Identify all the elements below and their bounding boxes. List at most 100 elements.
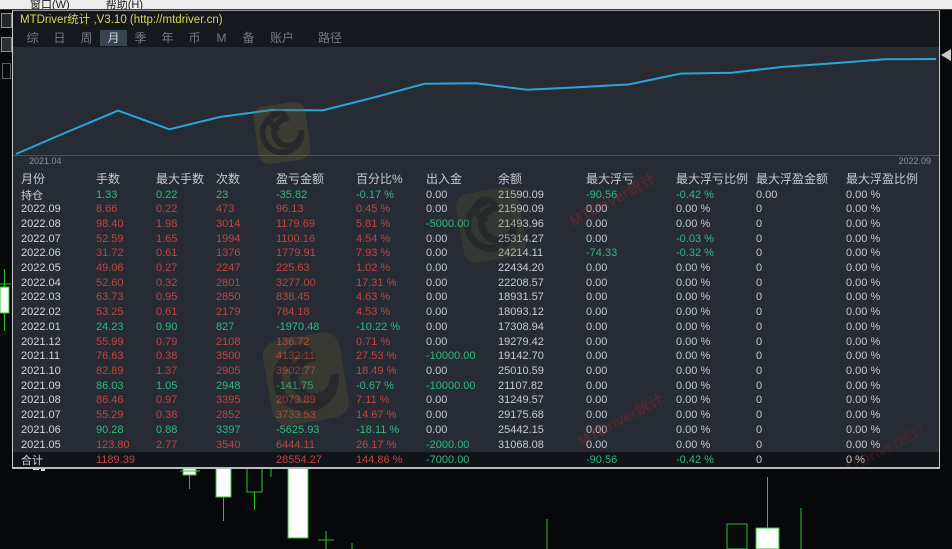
table-row[interactable]: 2022.08 98.40 1.98 3014 1179.69 5.81 % -5000.0… [13, 216, 939, 231]
total-row-cell: -90.56 [586, 454, 618, 466]
table-row-cell: 0.97 [156, 394, 178, 407]
table-row-cell: 784.18 [276, 306, 310, 319]
table-row[interactable]: 2022.06 31.72 0.61 1376 1779.91 7.93 % 0.00 242… [13, 246, 939, 261]
total-row-cell: 0 [756, 454, 763, 466]
table-row-cell: 0 [756, 232, 763, 245]
table-row-cell: 2021.07 [21, 409, 61, 422]
table-row-cell: 827 [216, 320, 235, 333]
table-row-cell: 0.00 [586, 394, 608, 407]
table-row[interactable]: 2021.05 123.80 2.77 3540 6444.11 26.17 % -2000… [13, 437, 939, 452]
table-row-cell: 0.00 % [676, 261, 711, 274]
toolbar-tab-zong[interactable]: 综 [19, 30, 46, 46]
toolbar-tab-zhanghu[interactable]: 账户 [262, 30, 302, 46]
table-row-cell: 0.00 [586, 306, 608, 319]
table-header-cell[interactable]: 次数 [216, 170, 276, 187]
equity-chart[interactable]: 2021.04 2022.09 [13, 47, 939, 167]
table-row[interactable]: 2021.10 82.89 1.37 2905 3902.77 18.49 % 0.00 25… [13, 364, 939, 379]
toolbar-tab-zhou[interactable]: 周 [73, 30, 100, 46]
table-row-cell: 17.31 % [356, 276, 397, 289]
table-header-cell[interactable]: 最大浮亏 [586, 170, 676, 187]
table-row-cell: 19142.70 [498, 350, 544, 363]
table-row[interactable]: 2022.02 53.25 0.61 2179 784.18 4.53 % 0.00 1809… [13, 305, 939, 320]
toolbar-tab-bei[interactable]: 备 [235, 30, 262, 46]
panel-titlebar[interactable]: MTDriver统计 ,V3.10 (http://mtdriver.cn) [13, 11, 939, 29]
table-row[interactable]: 2022.03 63.73 0.95 2850 838.45 4.63 % 0.00 1893… [13, 290, 939, 305]
table-row-cell: 0.00 [586, 438, 608, 451]
table-row[interactable]: 2021.11 76.63 0.38 3500 4132.11 27.53 % -10000… [13, 349, 939, 364]
table-row-cell: 0.00 [586, 409, 608, 422]
table-row-cell: 2022.01 [21, 320, 61, 333]
table-row[interactable]: 2022.05 49.06 0.27 2247 225.63 1.02 % 0.00 2243… [13, 261, 939, 276]
table-row[interactable]: 2022.07 52.59 1.65 1994 1100.16 4.54 % 0.00 253… [13, 231, 939, 246]
table-row-cell: -141.75 [276, 379, 314, 392]
toolbar-tab-yue[interactable]: 月 [100, 30, 127, 46]
table-header-cell[interactable]: 月份 [21, 170, 96, 187]
table-row-cell: 25010.59 [498, 364, 544, 377]
toolbar-tab-nian[interactable]: 年 [154, 30, 181, 46]
table-row-cell: 18931.57 [498, 291, 544, 304]
table-row-cell: 26.17 % [356, 438, 397, 451]
table-row-cell: 123.80 [96, 438, 130, 451]
table-row[interactable]: 2022.01 24.23 0.90 827 -1970.48 -10.22 % 0.00 1… [13, 319, 939, 334]
table-row-cell: 0.38 [156, 350, 178, 363]
table-header-cell[interactable]: 百分比% [356, 170, 426, 187]
menu-item-window[interactable]: 窗口(W) [30, 0, 70, 9]
table-total-row[interactable]: 合计 1189.39 28554.27 144.86 % -7000.00 -90.56 -… [13, 452, 939, 467]
table-header-cell[interactable]: 手数 [96, 170, 156, 187]
table-row[interactable]: 2021.07 55.29 0.38 2852 3733.53 14.67 % 0.00 29… [13, 408, 939, 423]
table-row-cell: 2021.11 [21, 350, 60, 363]
table-row-cell: 1779.91 [276, 247, 316, 260]
table-row-cell: 0.00 % [676, 379, 711, 392]
table-header-cell[interactable]: 盈亏金额 [276, 170, 356, 187]
table-header-cell[interactable]: 最大手数 [156, 170, 216, 187]
table-row-cell: 473 [216, 203, 235, 216]
table-row-cell: 96.13 [276, 203, 304, 216]
table-row-cell: 2850 [216, 291, 241, 304]
left-strip-line-icon[interactable] [2, 63, 11, 79]
table-row-cell: 5.81 % [356, 217, 391, 230]
table-row[interactable]: 2021.12 55.99 0.79 2108 136.72 0.71 % 0.00 1927… [13, 334, 939, 349]
table-row-cell: 0 [756, 409, 763, 422]
table-row-cell: -5000.00 [426, 217, 470, 230]
table-row-cell: 25442.15 [498, 423, 544, 436]
table-row-cell: 14.67 % [356, 409, 397, 422]
table-row-cell: 0.27 [156, 261, 178, 274]
table-header-cell[interactable]: 余额 [498, 170, 586, 187]
table-row-cell: 2021.12 [21, 335, 61, 348]
table-row-cell: 22208.57 [498, 276, 544, 289]
table-row-cell: 17308.94 [498, 320, 544, 333]
table-header-cell[interactable]: 最大浮盈比例 [846, 170, 931, 187]
chart-scroll-arrow-icon[interactable] [941, 49, 951, 61]
table-row-cell: 4132.11 [276, 350, 315, 363]
toolbar-tab-ri[interactable]: 日 [46, 30, 73, 46]
table-header-cell[interactable]: 出入金 [426, 170, 498, 187]
table-row-cell: 0.00 % [676, 350, 711, 363]
table-row[interactable]: 2022.04 52.60 0.32 2801 3277.00 17.31 % 0.00 22… [13, 275, 939, 290]
table-row[interactable]: 持仓 1.33 0.22 23 -35.82 -0.17 % 0.00 21590.09 -90… [13, 187, 939, 202]
menu-item-help[interactable]: 帮助(H) [106, 0, 143, 9]
toolbar-tab-ji[interactable]: 季 [127, 30, 154, 46]
panel-title: MTDriver统计 ,V3.10 (http://mtdriver.cn) [20, 14, 223, 26]
left-strip-tool-icon[interactable] [1, 13, 12, 28]
table-row[interactable]: 2021.09 86.03 1.05 2948 -141.75 -0.67 % -10000… [13, 378, 939, 393]
table-row-cell: 0 [756, 394, 763, 407]
table-row[interactable]: 2021.06 90.28 0.88 3397 -5625.93 -18.11 % 0.00… [13, 423, 939, 438]
left-strip-pattern-icon[interactable] [1, 37, 12, 52]
table-row[interactable]: 2022.09 8.66 0.22 473 96.13 0.45 % 0.00 21590.0… [13, 202, 939, 217]
toolbar-tab-lujing[interactable]: 路径 [310, 30, 350, 46]
table-row-cell: 0.00 % [846, 320, 881, 333]
table-row-cell: 4.53 % [356, 306, 391, 319]
table-row-cell: 持仓 [21, 190, 43, 202]
table-row-cell: 0 [756, 217, 763, 230]
x-axis-end-label: 2022.09 [898, 156, 931, 166]
table-row-cell: -10000.00 [426, 350, 476, 363]
table-row-cell: 2852 [216, 409, 241, 422]
table-row-cell: -0.17 % [356, 189, 394, 201]
table-row-cell: -2000.00 [426, 438, 470, 451]
table-row-cell: 23 [216, 189, 229, 201]
table-row[interactable]: 2021.08 86.46 0.97 3395 2073.89 7.11 % 0.00 312… [13, 393, 939, 408]
table-header-cell[interactable]: 最大浮亏比例 [676, 170, 756, 187]
toolbar-tab-bi[interactable]: 币 [181, 30, 208, 46]
toolbar-tab-m[interactable]: M [208, 30, 235, 46]
table-header-cell[interactable]: 最大浮盈金额 [756, 170, 846, 187]
